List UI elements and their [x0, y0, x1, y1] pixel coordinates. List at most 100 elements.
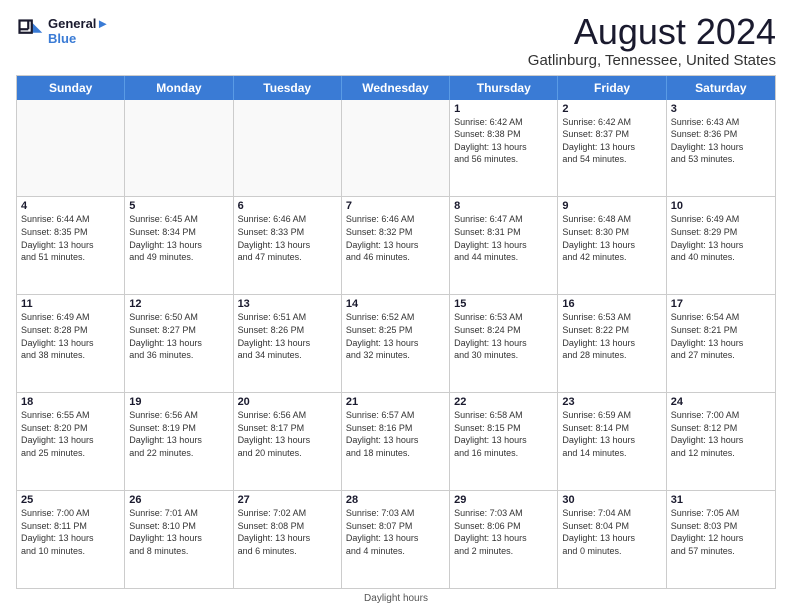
cell-text: Sunrise: 7:00 AM Sunset: 8:12 PM Dayligh…: [671, 409, 771, 459]
calendar-cell-0-2: [234, 100, 342, 197]
cell-text: Sunrise: 7:01 AM Sunset: 8:10 PM Dayligh…: [129, 507, 228, 557]
calendar-cell-2-5: 16Sunrise: 6:53 AM Sunset: 8:22 PM Dayli…: [558, 295, 666, 392]
cell-text: Sunrise: 6:47 AM Sunset: 8:31 PM Dayligh…: [454, 213, 553, 263]
cell-text: Sunrise: 6:42 AM Sunset: 8:38 PM Dayligh…: [454, 116, 553, 166]
cell-text: Sunrise: 7:04 AM Sunset: 8:04 PM Dayligh…: [562, 507, 661, 557]
cell-text: Sunrise: 6:57 AM Sunset: 8:16 PM Dayligh…: [346, 409, 445, 459]
logo-icon: [16, 17, 44, 45]
day-number: 31: [671, 494, 771, 506]
cell-text: Sunrise: 6:54 AM Sunset: 8:21 PM Dayligh…: [671, 311, 771, 361]
calendar-cell-1-5: 9Sunrise: 6:48 AM Sunset: 8:30 PM Daylig…: [558, 197, 666, 294]
cell-text: Sunrise: 6:43 AM Sunset: 8:36 PM Dayligh…: [671, 116, 771, 166]
calendar-cell-0-3: [342, 100, 450, 197]
calendar-cell-3-0: 18Sunrise: 6:55 AM Sunset: 8:20 PM Dayli…: [17, 393, 125, 490]
calendar-row-3: 18Sunrise: 6:55 AM Sunset: 8:20 PM Dayli…: [17, 393, 775, 491]
calendar-cell-1-1: 5Sunrise: 6:45 AM Sunset: 8:34 PM Daylig…: [125, 197, 233, 294]
calendar-cell-4-6: 31Sunrise: 7:05 AM Sunset: 8:03 PM Dayli…: [667, 491, 775, 588]
calendar-cell-4-1: 26Sunrise: 7:01 AM Sunset: 8:10 PM Dayli…: [125, 491, 233, 588]
logo-text: General► Blue: [48, 16, 109, 46]
day-number: 7: [346, 200, 445, 212]
calendar-cell-3-3: 21Sunrise: 6:57 AM Sunset: 8:16 PM Dayli…: [342, 393, 450, 490]
day-number: 12: [129, 298, 228, 310]
calendar-body: 1Sunrise: 6:42 AM Sunset: 8:38 PM Daylig…: [17, 100, 775, 588]
calendar-cell-2-1: 12Sunrise: 6:50 AM Sunset: 8:27 PM Dayli…: [125, 295, 233, 392]
calendar-cell-4-5: 30Sunrise: 7:04 AM Sunset: 8:04 PM Dayli…: [558, 491, 666, 588]
page: General► Blue August 2024 Gatlinburg, Te…: [0, 0, 792, 612]
day-number: 3: [671, 103, 771, 115]
calendar-cell-3-4: 22Sunrise: 6:58 AM Sunset: 8:15 PM Dayli…: [450, 393, 558, 490]
calendar-cell-1-2: 6Sunrise: 6:46 AM Sunset: 8:33 PM Daylig…: [234, 197, 342, 294]
calendar-cell-0-0: [17, 100, 125, 197]
day-number: 8: [454, 200, 553, 212]
day-number: 14: [346, 298, 445, 310]
calendar-cell-0-5: 2Sunrise: 6:42 AM Sunset: 8:37 PM Daylig…: [558, 100, 666, 197]
day-header-saturday: Saturday: [667, 76, 775, 100]
day-header-tuesday: Tuesday: [234, 76, 342, 100]
cell-text: Sunrise: 6:56 AM Sunset: 8:19 PM Dayligh…: [129, 409, 228, 459]
cell-text: Sunrise: 6:46 AM Sunset: 8:32 PM Dayligh…: [346, 213, 445, 263]
calendar-cell-1-0: 4Sunrise: 6:44 AM Sunset: 8:35 PM Daylig…: [17, 197, 125, 294]
cell-text: Sunrise: 6:59 AM Sunset: 8:14 PM Dayligh…: [562, 409, 661, 459]
day-number: 29: [454, 494, 553, 506]
day-number: 5: [129, 200, 228, 212]
day-number: 10: [671, 200, 771, 212]
calendar-cell-3-1: 19Sunrise: 6:56 AM Sunset: 8:19 PM Dayli…: [125, 393, 233, 490]
day-header-thursday: Thursday: [450, 76, 558, 100]
day-number: 26: [129, 494, 228, 506]
calendar-cell-3-5: 23Sunrise: 6:59 AM Sunset: 8:14 PM Dayli…: [558, 393, 666, 490]
day-number: 15: [454, 298, 553, 310]
calendar-cell-1-4: 8Sunrise: 6:47 AM Sunset: 8:31 PM Daylig…: [450, 197, 558, 294]
day-number: 2: [562, 103, 661, 115]
day-header-sunday: Sunday: [17, 76, 125, 100]
day-number: 17: [671, 298, 771, 310]
title-block: August 2024 Gatlinburg, Tennessee, Unite…: [528, 12, 776, 69]
calendar-row-4: 25Sunrise: 7:00 AM Sunset: 8:11 PM Dayli…: [17, 491, 775, 588]
calendar-cell-4-3: 28Sunrise: 7:03 AM Sunset: 8:07 PM Dayli…: [342, 491, 450, 588]
day-header-wednesday: Wednesday: [342, 76, 450, 100]
day-number: 19: [129, 396, 228, 408]
calendar-cell-4-4: 29Sunrise: 7:03 AM Sunset: 8:06 PM Dayli…: [450, 491, 558, 588]
cell-text: Sunrise: 7:02 AM Sunset: 8:08 PM Dayligh…: [238, 507, 337, 557]
calendar-cell-3-2: 20Sunrise: 6:56 AM Sunset: 8:17 PM Dayli…: [234, 393, 342, 490]
cell-text: Sunrise: 6:45 AM Sunset: 8:34 PM Dayligh…: [129, 213, 228, 263]
calendar-row-0: 1Sunrise: 6:42 AM Sunset: 8:38 PM Daylig…: [17, 100, 775, 198]
calendar: SundayMondayTuesdayWednesdayThursdayFrid…: [16, 75, 776, 589]
calendar-cell-4-0: 25Sunrise: 7:00 AM Sunset: 8:11 PM Dayli…: [17, 491, 125, 588]
cell-text: Sunrise: 6:49 AM Sunset: 8:29 PM Dayligh…: [671, 213, 771, 263]
day-number: 28: [346, 494, 445, 506]
cell-text: Sunrise: 7:03 AM Sunset: 8:07 PM Dayligh…: [346, 507, 445, 557]
calendar-cell-2-0: 11Sunrise: 6:49 AM Sunset: 8:28 PM Dayli…: [17, 295, 125, 392]
cell-text: Sunrise: 7:05 AM Sunset: 8:03 PM Dayligh…: [671, 507, 771, 557]
cell-text: Sunrise: 6:48 AM Sunset: 8:30 PM Dayligh…: [562, 213, 661, 263]
day-number: 27: [238, 494, 337, 506]
calendar-cell-2-2: 13Sunrise: 6:51 AM Sunset: 8:26 PM Dayli…: [234, 295, 342, 392]
cell-text: Sunrise: 6:56 AM Sunset: 8:17 PM Dayligh…: [238, 409, 337, 459]
footer-note: Daylight hours: [16, 593, 776, 604]
cell-text: Sunrise: 6:46 AM Sunset: 8:33 PM Dayligh…: [238, 213, 337, 263]
day-number: 30: [562, 494, 661, 506]
calendar-cell-0-6: 3Sunrise: 6:43 AM Sunset: 8:36 PM Daylig…: [667, 100, 775, 197]
day-header-friday: Friday: [558, 76, 666, 100]
day-number: 21: [346, 396, 445, 408]
cell-text: Sunrise: 6:52 AM Sunset: 8:25 PM Dayligh…: [346, 311, 445, 361]
cell-text: Sunrise: 6:55 AM Sunset: 8:20 PM Dayligh…: [21, 409, 120, 459]
cell-text: Sunrise: 6:42 AM Sunset: 8:37 PM Dayligh…: [562, 116, 661, 166]
day-number: 4: [21, 200, 120, 212]
day-number: 6: [238, 200, 337, 212]
day-number: 18: [21, 396, 120, 408]
calendar-cell-2-4: 15Sunrise: 6:53 AM Sunset: 8:24 PM Dayli…: [450, 295, 558, 392]
day-number: 24: [671, 396, 771, 408]
day-number: 22: [454, 396, 553, 408]
cell-text: Sunrise: 6:53 AM Sunset: 8:24 PM Dayligh…: [454, 311, 553, 361]
calendar-cell-0-1: [125, 100, 233, 197]
day-header-monday: Monday: [125, 76, 233, 100]
calendar-cell-4-2: 27Sunrise: 7:02 AM Sunset: 8:08 PM Dayli…: [234, 491, 342, 588]
day-number: 13: [238, 298, 337, 310]
cell-text: Sunrise: 7:00 AM Sunset: 8:11 PM Dayligh…: [21, 507, 120, 557]
cell-text: Sunrise: 6:53 AM Sunset: 8:22 PM Dayligh…: [562, 311, 661, 361]
day-number: 23: [562, 396, 661, 408]
day-number: 16: [562, 298, 661, 310]
day-number: 25: [21, 494, 120, 506]
calendar-row-1: 4Sunrise: 6:44 AM Sunset: 8:35 PM Daylig…: [17, 197, 775, 295]
calendar-cell-2-6: 17Sunrise: 6:54 AM Sunset: 8:21 PM Dayli…: [667, 295, 775, 392]
